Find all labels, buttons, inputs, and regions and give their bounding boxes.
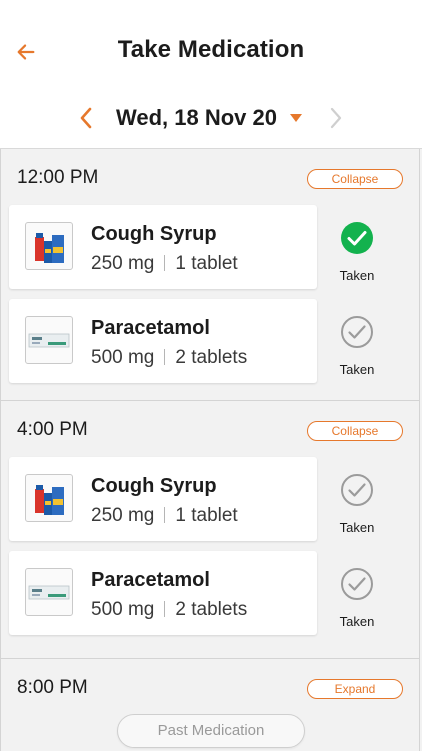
divider — [164, 507, 166, 523]
time-label: 4:00 PM — [17, 419, 88, 440]
taken-label: Taken — [339, 362, 375, 377]
medication-detail: 500 mg 2 tablets — [91, 347, 247, 369]
chevron-right-icon — [330, 107, 342, 129]
medication-quantity: 2 tablets — [175, 599, 248, 620]
previous-day-button[interactable] — [72, 102, 100, 134]
expand-button[interactable]: Expand — [307, 679, 403, 699]
medication-detail: 250 mg 1 tablet — [91, 505, 238, 527]
time-group-header: 4:00 PM Collapse — [1, 401, 419, 457]
check-circle-outline-icon — [341, 474, 373, 506]
check-circle-icon — [341, 222, 373, 254]
app-header: Take Medication — [0, 0, 422, 100]
check-circle-outline-icon — [341, 568, 373, 600]
collapse-button[interactable]: Collapse — [307, 421, 403, 441]
page-title: Take Medication — [117, 36, 305, 63]
medication-card[interactable]: Paracetamol 500 mg 2 tablets — [9, 551, 317, 635]
cough-syrup-image — [25, 474, 73, 522]
time-group: 4:00 PM Collapse Cough Syrup 250 mg 1 tab… — [0, 401, 420, 659]
time-label: 12:00 PM — [17, 167, 99, 188]
medication-dose: 500 mg — [91, 347, 155, 368]
medication-name: Cough Syrup — [91, 475, 217, 497]
date-navigator: Wed, 18 Nov 20 — [0, 98, 422, 138]
taken-toggle[interactable]: Taken — [331, 473, 383, 535]
medication-quantity: 1 tablet — [175, 505, 238, 526]
divider — [164, 255, 166, 271]
medication-card[interactable]: Cough Syrup 250 mg 1 tablet — [9, 205, 317, 289]
medication-detail: 250 mg 1 tablet — [91, 253, 238, 275]
paracetamol-image — [25, 568, 73, 616]
time-group-header: 8:00 PM Expand — [1, 659, 419, 715]
past-medication-button[interactable]: Past Medication — [117, 714, 305, 748]
current-date[interactable]: Wed, 18 Nov 20 — [116, 102, 277, 134]
time-label: 8:00 PM — [17, 677, 88, 698]
collapse-button[interactable]: Collapse — [307, 169, 403, 189]
medication-name: Paracetamol — [91, 569, 210, 591]
taken-label: Taken — [339, 614, 375, 629]
taken-label: Taken — [339, 268, 375, 283]
medication-dose: 500 mg — [91, 599, 155, 620]
cough-syrup-image — [25, 222, 73, 270]
caret-down-icon — [290, 114, 302, 122]
medication-quantity: 1 tablet — [175, 253, 238, 274]
medication-name: Paracetamol — [91, 317, 210, 339]
medication-name: Cough Syrup — [91, 223, 217, 245]
check-circle-outline-icon — [341, 316, 373, 348]
medication-schedule: 12:00 PM Collapse Cough Syrup 250 mg 1 ta… — [0, 148, 422, 751]
medication-row: Cough Syrup 250 mg 1 tablet Taken — [1, 205, 419, 299]
next-day-button[interactable] — [322, 102, 350, 134]
chevron-left-icon — [80, 107, 92, 129]
time-group-header: 12:00 PM Collapse — [1, 149, 419, 205]
taken-toggle[interactable]: Taken — [331, 221, 383, 283]
date-dropdown-button[interactable] — [288, 108, 304, 128]
medication-dose: 250 mg — [91, 505, 155, 526]
medication-card[interactable]: Paracetamol 500 mg 2 tablets — [9, 299, 317, 383]
medication-row: Cough Syrup 250 mg 1 tablet Taken — [1, 457, 419, 551]
medication-detail: 500 mg 2 tablets — [91, 599, 247, 621]
medication-dose: 250 mg — [91, 253, 155, 274]
medication-row: Paracetamol 500 mg 2 tablets Taken — [1, 299, 419, 393]
divider — [164, 601, 166, 617]
medication-row: Paracetamol 500 mg 2 tablets Taken — [1, 551, 419, 645]
medication-quantity: 2 tablets — [175, 347, 248, 368]
paracetamol-image — [25, 316, 73, 364]
taken-toggle[interactable]: Taken — [331, 567, 383, 629]
divider — [164, 349, 166, 365]
medication-card[interactable]: Cough Syrup 250 mg 1 tablet — [9, 457, 317, 541]
taken-label: Taken — [339, 520, 375, 535]
taken-toggle[interactable]: Taken — [331, 315, 383, 377]
time-group: 12:00 PM Collapse Cough Syrup 250 mg 1 ta… — [0, 149, 420, 401]
